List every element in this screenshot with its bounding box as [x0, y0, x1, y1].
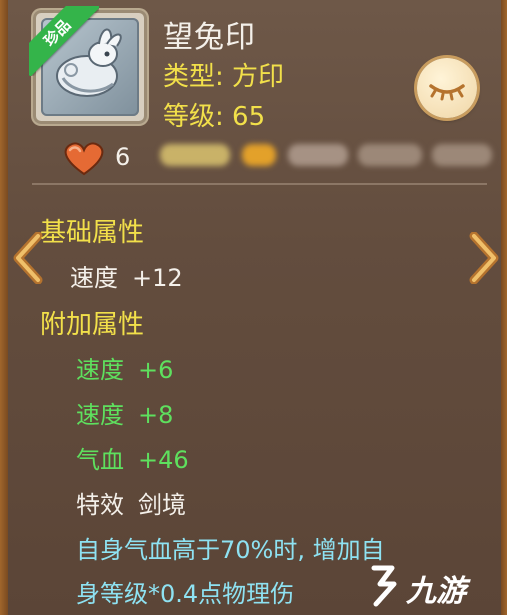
- stat-value: +6: [138, 356, 174, 384]
- stat-label: 气血: [76, 446, 124, 474]
- section-divider: [32, 183, 487, 185]
- extra-stat-row: 速度 +8: [76, 395, 173, 430]
- effect-row: 特效 剑境: [76, 485, 186, 520]
- item-icon-frame: 珍品: [29, 6, 147, 124]
- panel-frame-left: [0, 0, 8, 615]
- blurred-info: [160, 140, 500, 170]
- item-level: 等级: 65: [163, 102, 266, 132]
- effect-description-line: 自身气血高于70%时, 增加自: [76, 536, 385, 564]
- stat-label: 速度: [76, 356, 124, 384]
- effect-label: 特效: [76, 491, 124, 519]
- heart-icon: [64, 142, 104, 176]
- eye-closed-icon: [429, 84, 465, 101]
- watermark: 九游: [362, 560, 502, 610]
- item-name: 望兔印: [163, 20, 256, 55]
- panel-frame-right: [501, 0, 507, 615]
- stat-label: 速度: [76, 401, 124, 429]
- heart-count: 6: [115, 143, 131, 171]
- item-type: 类型: 方印: [163, 62, 285, 92]
- item-tooltip-panel: 珍品 望兔印 类型: 方印 等级: 65 6 基础属性 速度 +12 附加属性: [0, 0, 507, 615]
- effect-value: 剑境: [138, 491, 186, 519]
- chevron-right-icon[interactable]: [466, 232, 502, 284]
- base-attributes-title: 基础属性: [40, 218, 145, 248]
- extra-stat-row: 气血 +46: [76, 440, 189, 475]
- extra-stat-row: 速度 +6: [76, 350, 173, 385]
- eye-closed-button[interactable]: [417, 58, 477, 118]
- effect-description-line: 身等级*0.4点物理伤: [76, 580, 295, 608]
- watermark-text: 九游: [406, 574, 466, 609]
- stat-value: +12: [132, 264, 183, 292]
- extra-attributes-title: 附加属性: [40, 310, 145, 340]
- stat-value: +46: [138, 446, 189, 474]
- rarity-badge-label: 珍品: [29, 6, 99, 76]
- base-stat-row: 速度 +12: [70, 258, 183, 293]
- stat-value: +8: [138, 401, 174, 429]
- rarity-ribbon: 珍品: [29, 6, 99, 76]
- stat-label: 速度: [70, 264, 118, 292]
